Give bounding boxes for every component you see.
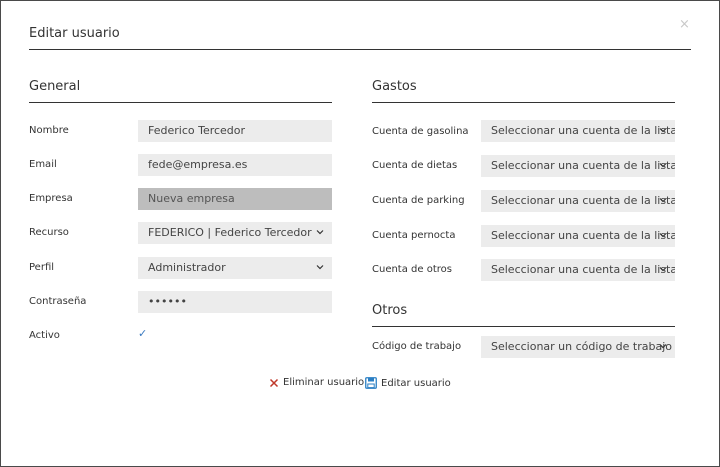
codigo-trabajo-label: Código de trabajo <box>372 341 462 352</box>
email-input[interactable]: fede@empresa.es <box>138 154 332 176</box>
cuenta-gasolina-select[interactable]: Seleccionar una cuenta de la lista <box>481 120 675 142</box>
section-title-gastos: Gastos <box>372 79 417 94</box>
email-label: Email <box>29 159 57 170</box>
gastos-divider <box>372 102 675 103</box>
empresa-label: Empresa <box>29 193 73 204</box>
cuenta-dietas-value: Seleccionar una cuenta de la lista <box>491 159 675 172</box>
chevron-down-icon <box>316 222 324 244</box>
general-divider <box>29 102 332 103</box>
cuenta-gasolina-value: Seleccionar una cuenta de la lista <box>491 124 675 137</box>
close-icon[interactable]: × <box>679 18 690 32</box>
cuenta-otros-label: Cuenta de otros <box>372 264 452 275</box>
chevron-down-icon <box>659 120 667 142</box>
delete-user-button[interactable]: Eliminar usuario <box>269 377 364 388</box>
title-divider <box>29 49 691 50</box>
cuenta-dietas-select[interactable]: Seleccionar una cuenta de la lista <box>481 155 675 177</box>
chevron-down-icon <box>659 225 667 247</box>
password-input[interactable]: •••••• <box>138 291 332 313</box>
cuenta-dietas-label: Cuenta de dietas <box>372 160 458 171</box>
recurso-select-value: FEDERICO | Federico Tercedor <box>148 226 312 239</box>
cuenta-pernocta-label: Cuenta pernocta <box>372 230 456 241</box>
edit-user-dialog: Editar usuario × General Nombre Federico… <box>0 0 720 467</box>
cuenta-pernocta-value: Seleccionar una cuenta de la lista <box>491 229 675 242</box>
perfil-select-value: Administrador <box>148 261 226 274</box>
perfil-select[interactable]: Administrador <box>138 257 332 279</box>
nombre-label: Nombre <box>29 125 69 136</box>
recurso-label: Recurso <box>29 227 69 238</box>
cuenta-gasolina-label: Cuenta de gasolina <box>372 126 469 137</box>
chevron-down-icon <box>659 190 667 212</box>
empresa-input: Nueva empresa <box>138 188 332 210</box>
activo-label: Activo <box>29 330 60 341</box>
delete-user-label: Eliminar usuario <box>283 377 365 388</box>
chevron-down-icon <box>659 336 667 358</box>
chevron-down-icon <box>316 257 324 279</box>
cuenta-otros-value: Seleccionar una cuenta de la lista <box>491 263 675 276</box>
perfil-label: Perfil <box>29 262 55 273</box>
recurso-select[interactable]: FEDERICO | Federico Tercedor <box>138 222 332 244</box>
dialog-title: Editar usuario <box>29 26 120 41</box>
codigo-trabajo-value: Seleccionar un código de trabajo <box>491 340 672 353</box>
section-title-otros: Otros <box>372 303 408 318</box>
otros-divider <box>372 326 675 327</box>
contrasena-label: Contraseña <box>29 296 87 307</box>
section-title-general: General <box>29 79 81 94</box>
cuenta-parking-label: Cuenta de parking <box>372 195 465 206</box>
floppy-disk-icon <box>365 377 377 389</box>
x-icon <box>269 378 279 388</box>
cuenta-parking-value: Seleccionar una cuenta de la lista <box>491 194 675 207</box>
nombre-input[interactable]: Federico Tercedor <box>138 120 332 142</box>
chevron-down-icon <box>659 155 667 177</box>
cuenta-otros-select[interactable]: Seleccionar una cuenta de la lista <box>481 259 675 281</box>
codigo-trabajo-select[interactable]: Seleccionar un código de trabajo <box>481 336 675 358</box>
chevron-down-icon <box>659 259 667 281</box>
cuenta-pernocta-select[interactable]: Seleccionar una cuenta de la lista <box>481 225 675 247</box>
edit-user-label: Editar usuario <box>381 377 451 389</box>
edit-user-button[interactable]: Editar usuario <box>365 377 451 389</box>
cuenta-parking-select[interactable]: Seleccionar una cuenta de la lista <box>481 190 675 212</box>
activo-checkbox[interactable]: ✓ <box>138 328 147 339</box>
